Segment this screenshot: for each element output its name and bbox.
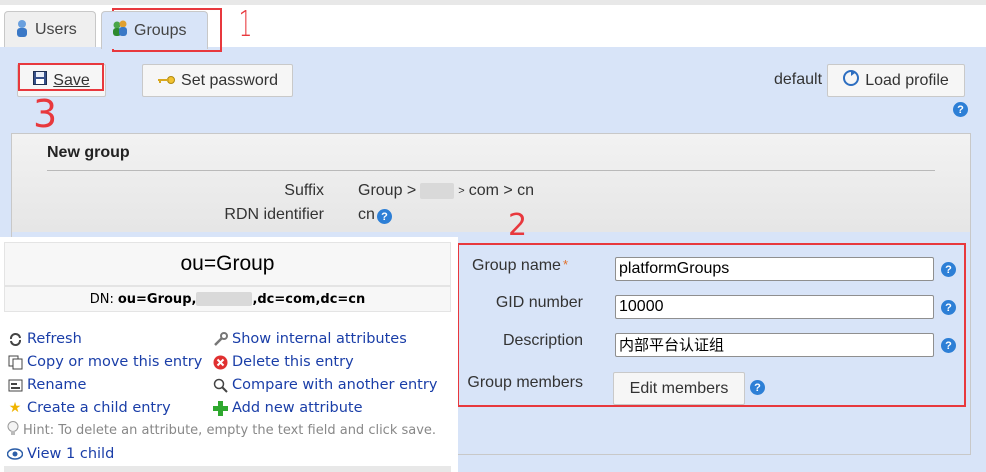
refresh-arrows-icon xyxy=(7,331,23,347)
annotation-box-form xyxy=(457,243,966,407)
tools-icon xyxy=(212,331,228,347)
panel-divider xyxy=(47,170,935,171)
tab-groups[interactable]: Groups xyxy=(101,11,208,49)
entry-panel-bottom-bar xyxy=(4,466,451,472)
compare-label: Compare with another entry xyxy=(232,377,438,393)
load-profile-label: Load profile xyxy=(865,71,949,89)
set-password-label: Set password xyxy=(181,71,278,89)
profile-name: default xyxy=(774,71,823,88)
group-icon xyxy=(112,19,128,42)
copy-move-label: Copy or move this entry xyxy=(27,354,203,370)
suffix-arrow: > xyxy=(458,185,465,197)
copy-icon xyxy=(7,354,23,370)
entry-title: ou=Group xyxy=(4,242,451,286)
add-attribute-action[interactable]: Add new attribute xyxy=(212,400,363,416)
annotation-number-1: 1 xyxy=(238,4,253,45)
tab-users[interactable]: Users xyxy=(4,11,96,48)
magnifier-icon xyxy=(212,377,228,393)
tab-groups-label: Groups xyxy=(134,21,187,39)
rdn-help-icon[interactable]: ? xyxy=(377,209,392,224)
dn-suffix: ,dc=com,dc=cn xyxy=(252,291,366,307)
rename-label: Rename xyxy=(27,377,87,393)
help-icon[interactable]: ? xyxy=(953,102,968,117)
rdn-value: cn xyxy=(358,206,375,223)
delete-entry-action[interactable]: Delete this entry xyxy=(212,354,354,370)
entry-panel: ou=Group DN: ou=Group, ,dc=com,dc=cn Ref… xyxy=(0,237,458,472)
annotation-number-3: 3 xyxy=(33,92,58,136)
load-profile-button[interactable]: Load profile xyxy=(827,64,965,97)
redacted-block xyxy=(420,183,455,199)
redacted-block xyxy=(196,292,253,306)
delete-label: Delete this entry xyxy=(232,354,354,370)
rename-action[interactable]: Rename xyxy=(7,377,86,393)
key-icon xyxy=(157,72,176,90)
delete-icon xyxy=(212,354,228,370)
refresh-label: Refresh xyxy=(27,331,82,347)
dn-prefix: ou=Group, xyxy=(117,291,197,307)
set-password-button[interactable]: Set password xyxy=(142,64,293,97)
rdn-label: RDN identifier xyxy=(224,206,324,223)
suffix-value-suffix: com > cn xyxy=(468,182,535,199)
rename-icon xyxy=(7,377,23,393)
lightbulb-icon xyxy=(7,421,19,440)
view-child-label: View 1 child xyxy=(27,446,115,462)
hint-text: Hint: To delete an attribute, empty the … xyxy=(7,421,436,440)
plus-icon xyxy=(212,400,228,416)
copy-move-action[interactable]: Copy or move this entry xyxy=(7,354,202,370)
star-icon: ★ xyxy=(8,400,22,416)
show-internal-attributes-action[interactable]: Show internal attributes xyxy=(212,331,407,347)
suffix-label: Suffix xyxy=(284,182,324,199)
show-internal-label: Show internal attributes xyxy=(232,331,407,347)
hint-label: Hint: To delete an attribute, empty the … xyxy=(23,423,437,438)
create-child-action[interactable]: ★ Create a child entry xyxy=(7,400,171,416)
annotation-box-save xyxy=(18,63,104,91)
panel-title: New group xyxy=(47,144,130,161)
refresh-action[interactable]: Refresh xyxy=(7,331,82,347)
view-child-action[interactable]: View 1 child xyxy=(7,446,114,462)
eye-icon xyxy=(7,446,23,462)
entry-dn: DN: ou=Group, ,dc=com,dc=cn xyxy=(4,286,451,312)
add-attribute-label: Add new attribute xyxy=(232,400,363,416)
refresh-icon xyxy=(843,70,860,91)
annotation-number-2: 2 xyxy=(508,208,528,243)
tab-users-label: Users xyxy=(35,21,77,38)
dn-label: DN: xyxy=(89,291,114,307)
suffix-value-prefix: Group > xyxy=(358,182,417,199)
top-strip xyxy=(0,0,986,5)
user-icon xyxy=(15,19,29,42)
create-child-label: Create a child entry xyxy=(27,400,171,416)
suffix-value: Group > > com > cn xyxy=(358,182,534,200)
compare-action[interactable]: Compare with another entry xyxy=(212,377,437,393)
